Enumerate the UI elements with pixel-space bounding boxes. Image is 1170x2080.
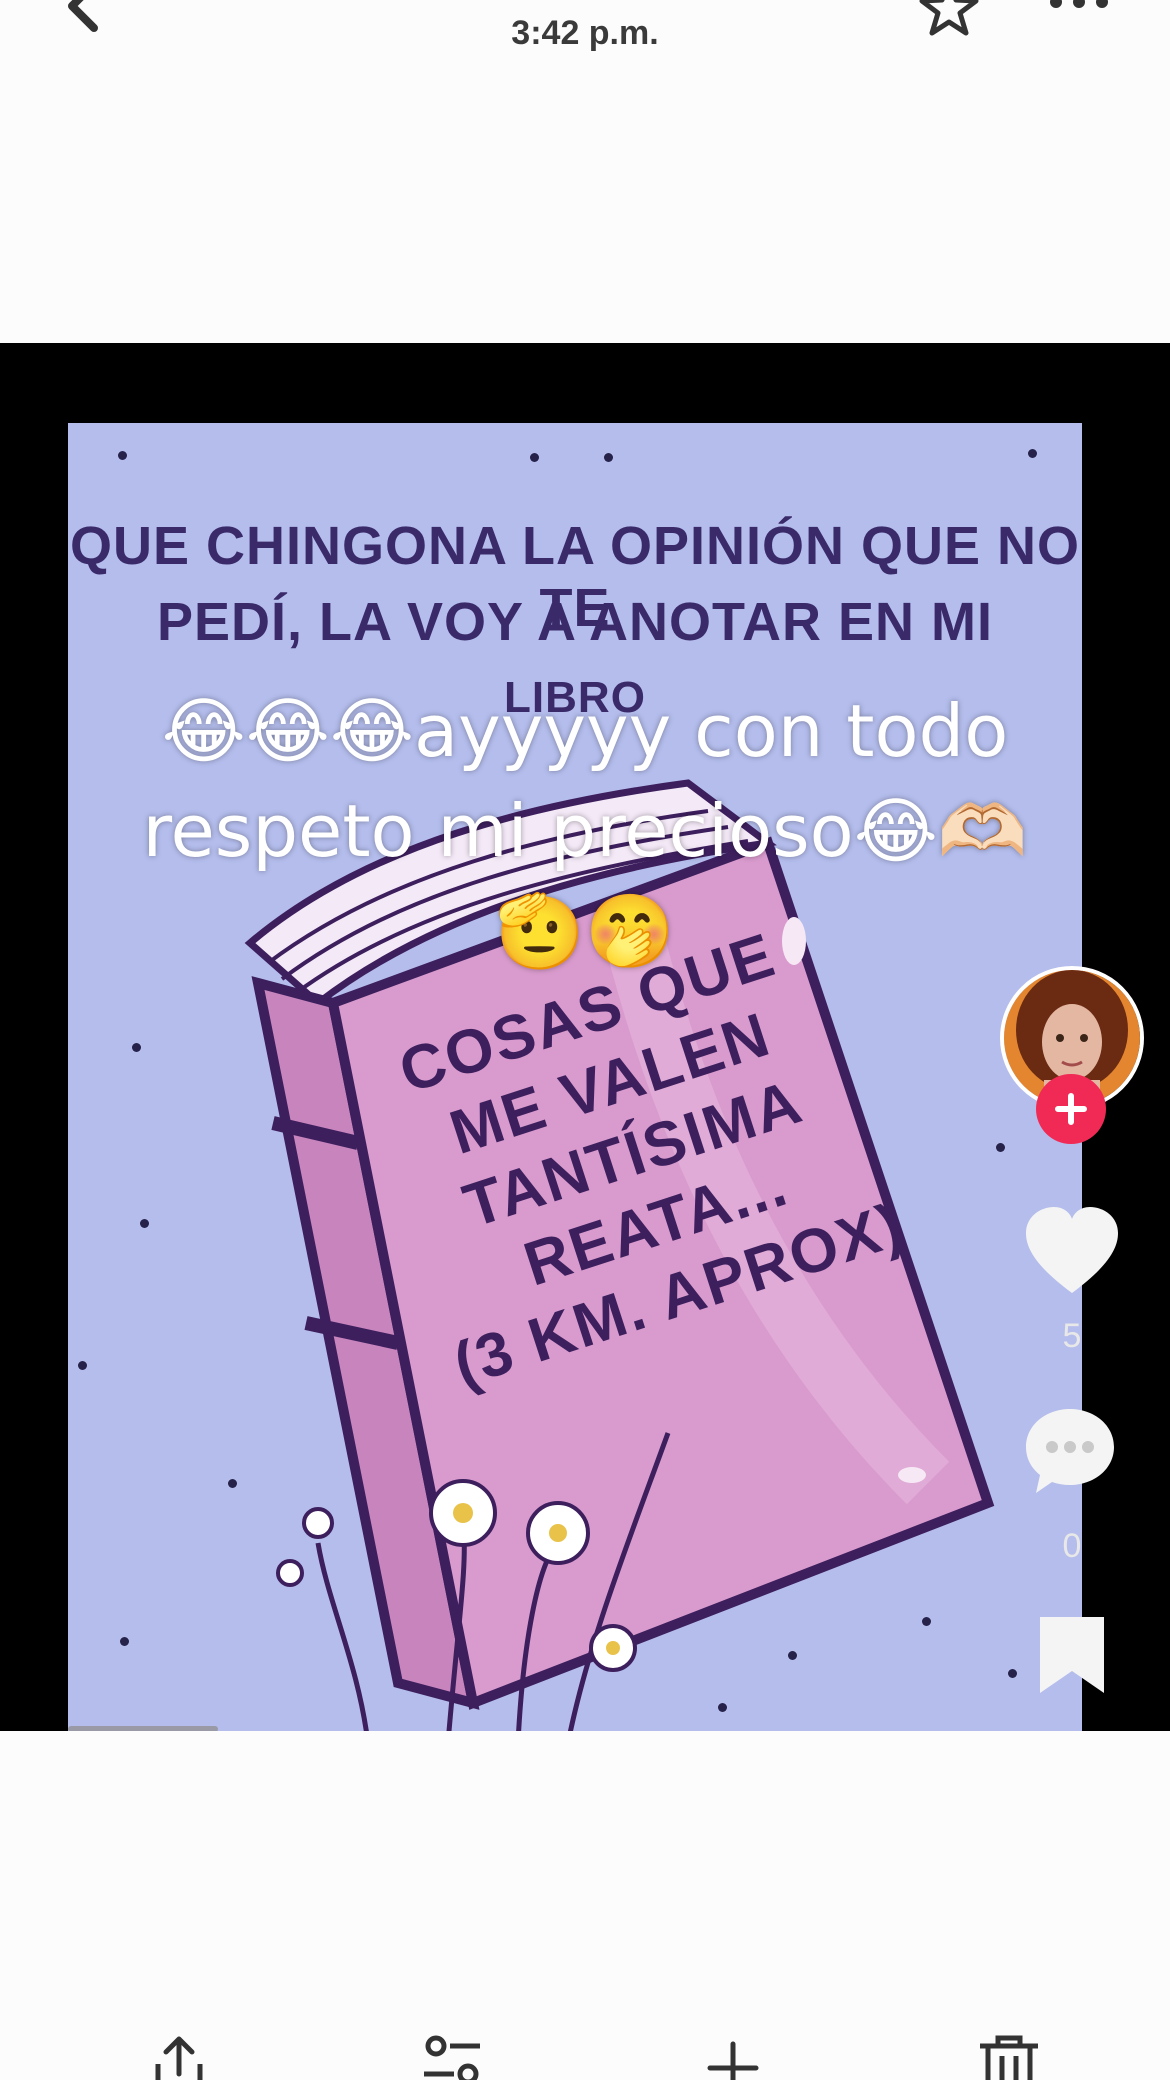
adjust-button[interactable]	[418, 2034, 488, 2080]
bookmark-button[interactable]	[1036, 1613, 1108, 1697]
add-icon	[707, 2041, 759, 2080]
video-frame[interactable]: QUE CHINGONA LA OPINIÓN QUE NO TE PEDÍ, …	[0, 343, 1170, 1731]
heart-icon	[1026, 1207, 1118, 1293]
top-bar: 3:42 p.m.	[0, 0, 1170, 80]
star-icon	[919, 0, 979, 36]
favorite-button[interactable]	[918, 0, 980, 38]
video-caption: 😂😂😂ayyyyy con todo respeto mi precioso😂🫶…	[60, 681, 1110, 981]
bottom-toolbar	[0, 2010, 1170, 2080]
bookmark-icon	[1040, 1617, 1104, 1693]
caption-line: 🫡🤭	[495, 889, 675, 973]
share-button[interactable]	[144, 2034, 214, 2080]
caption-line: respeto mi precioso😂🫶🏻	[142, 789, 1028, 873]
caption-line: 😂😂😂ayyyyy con todo	[161, 689, 1009, 773]
delete-button[interactable]	[974, 2034, 1044, 2080]
comment-icon	[1026, 1409, 1114, 1493]
timestamp: 3:42 p.m.	[511, 14, 659, 52]
like-count: 5	[1062, 1317, 1082, 1355]
adjust-icon	[424, 2035, 480, 2080]
more-horizontal-icon	[1050, 0, 1108, 8]
video-progress-bar[interactable]	[68, 1726, 218, 1731]
like-button[interactable]	[1024, 1207, 1120, 1297]
comment-count: 0	[1062, 1527, 1082, 1565]
more-button[interactable]	[1046, 0, 1116, 16]
trash-icon	[980, 2035, 1038, 2080]
add-button[interactable]	[698, 2034, 768, 2080]
meme-image: QUE CHINGONA LA OPINIÓN QUE NO TE PEDÍ, …	[68, 423, 1082, 1731]
follow-button[interactable]	[1036, 1074, 1106, 1144]
share-icon	[155, 2036, 203, 2080]
comment-button[interactable]	[1022, 1405, 1118, 1497]
plus-icon	[1055, 1093, 1087, 1125]
